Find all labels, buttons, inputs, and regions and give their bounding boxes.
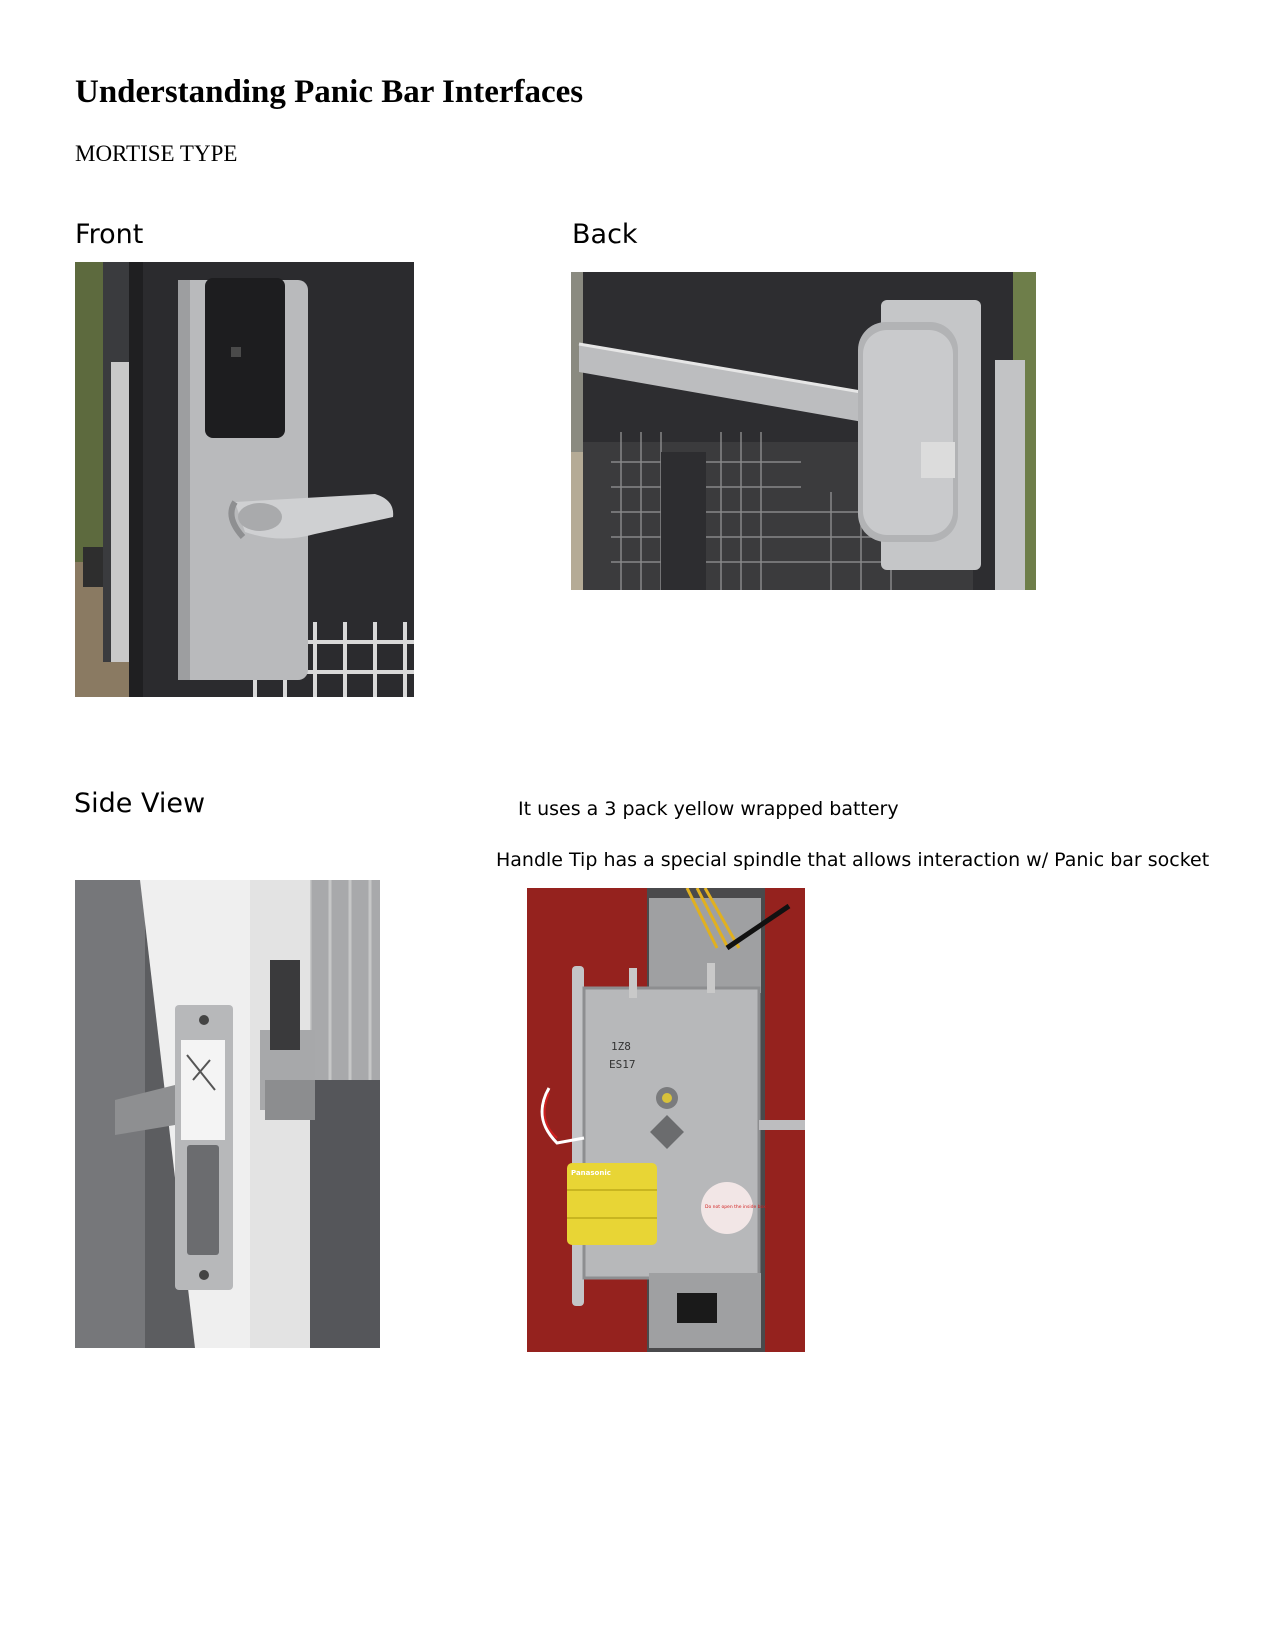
mortise-lock-photo-image: 1Z8 ES17 Panasonic Do not open the insid… xyxy=(527,888,805,1352)
handle-tip-note: Handle Tip has a special spindle that al… xyxy=(496,849,1210,871)
page-subtitle: MORTISE TYPE xyxy=(75,141,238,166)
battery-brand: Panasonic xyxy=(571,1169,611,1177)
front-label: Front xyxy=(75,219,144,250)
page-title: Understanding Panic Bar Interfaces xyxy=(75,74,584,110)
mortise-lock-photo: 1Z8 ES17 Panasonic Do not open the insid… xyxy=(527,888,805,1352)
back-photo xyxy=(571,272,1036,590)
battery-note: It uses a 3 pack yellow wrapped battery xyxy=(518,798,899,820)
lock-code-2: ES17 xyxy=(609,1058,636,1071)
front-photo xyxy=(75,262,414,697)
front-photo-image xyxy=(75,262,414,697)
lock-code-1: 1Z8 xyxy=(611,1040,631,1053)
back-label: Back xyxy=(572,219,638,250)
warning-sticker-text: Do not open the inside box xyxy=(705,1204,766,1210)
side-view-photo-image xyxy=(75,880,380,1348)
side-view-photo xyxy=(75,880,380,1348)
back-photo-image xyxy=(571,272,1036,590)
side-view-label: Side View xyxy=(74,788,206,819)
